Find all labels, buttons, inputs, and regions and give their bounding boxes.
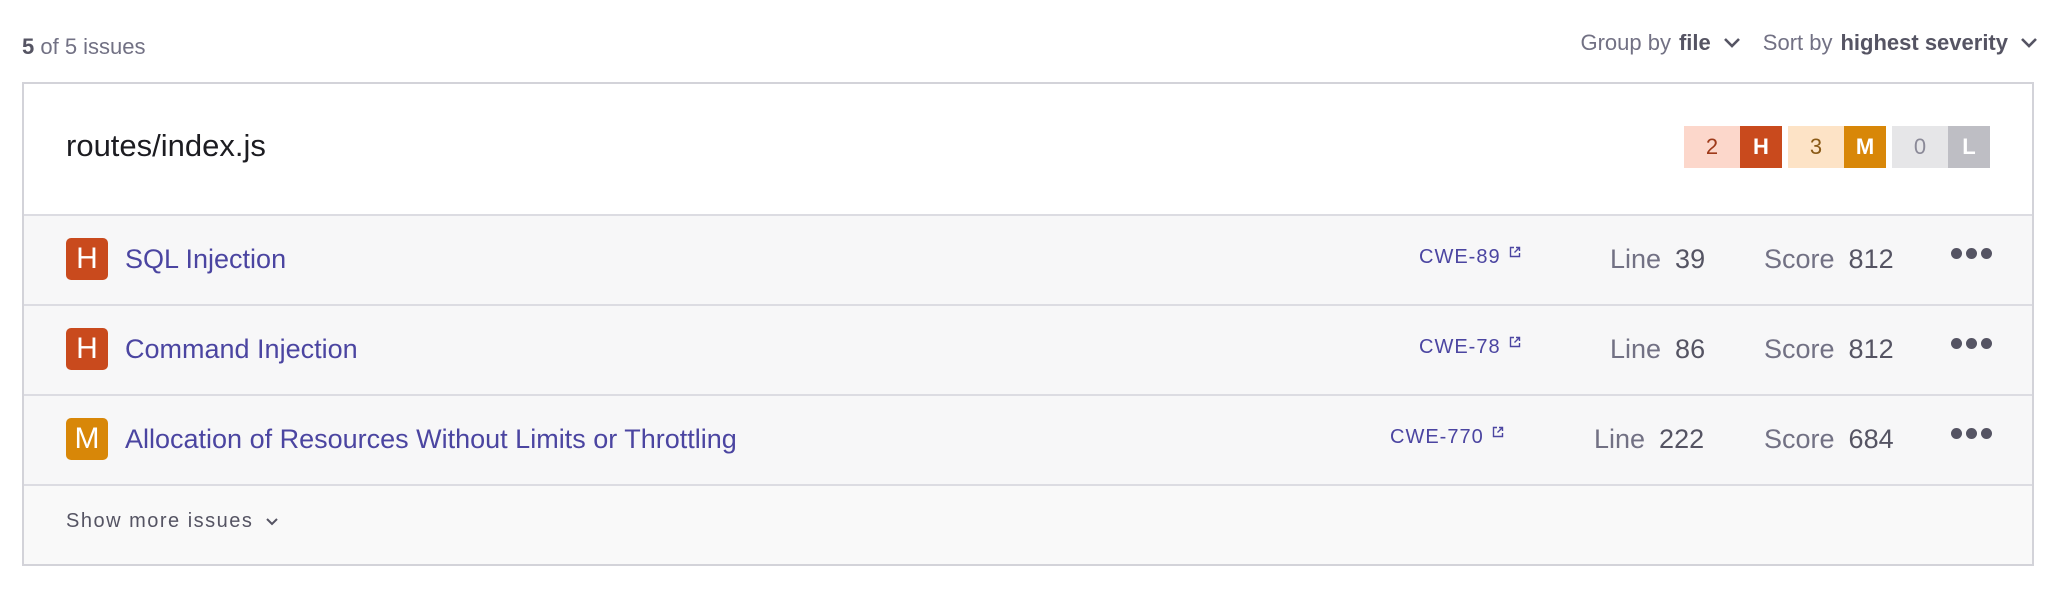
show-more-label: Show more issues [66, 510, 254, 532]
high-count: 2 [1684, 126, 1740, 168]
issue-count-total: of 5 issues [34, 34, 146, 59]
cwe-link[interactable]: CWE-770 [1390, 426, 1504, 449]
score-label: Score [1764, 244, 1835, 274]
score-label: Score [1764, 334, 1835, 364]
medium-count: 3 [1788, 126, 1844, 168]
sort-by-label: Sort by [1762, 30, 1833, 55]
cwe-id: CWE-770 [1390, 426, 1484, 448]
issue-row: H Command Injection CWE-78 Line 86 Score 8… [24, 306, 2032, 396]
issue-line: Line 86 [1610, 334, 1705, 365]
high-severity-icon: H [66, 328, 108, 370]
line-label: Line [1594, 424, 1646, 454]
issue-title-link[interactable]: Command Injection [125, 334, 358, 365]
line-number: 86 [1675, 334, 1706, 364]
issue-score: Score 812 [1764, 334, 1894, 365]
group-by-label: Group by [1580, 30, 1671, 55]
issue-title-link[interactable]: Allocation of Resources Without Limits o… [125, 424, 737, 455]
sort-by-value: highest severity [1840, 30, 2008, 55]
low-severity-label: L [1948, 126, 1990, 168]
issue-row: H SQL Injection CWE-89 Line 39 Score 812 [24, 216, 2032, 306]
external-link-icon [1509, 336, 1520, 348]
chevron-down-icon [1723, 38, 1740, 48]
line-label: Line [1610, 334, 1662, 364]
cwe-link[interactable]: CWE-89 [1419, 246, 1521, 269]
score-label: Score [1764, 424, 1835, 454]
cwe-id: CWE-78 [1419, 336, 1501, 358]
issue-title-link[interactable]: SQL Injection [125, 244, 286, 275]
cwe-link[interactable]: CWE-78 [1419, 336, 1521, 359]
issues-toolbar: 5 of 5 issues Group by file Sort by high… [22, 30, 2038, 64]
issue-score: Score 684 [1764, 424, 1894, 455]
issue-count-shown: 5 [22, 34, 35, 59]
issue-row: M Allocation of Resources Without Limits… [24, 396, 2032, 486]
group-by-dropdown[interactable]: Group by file [1580, 30, 1740, 56]
more-actions-icon[interactable] [1951, 248, 1992, 259]
list-controls: Group by file Sort by highest severity [1580, 30, 2038, 56]
file-issues-card: routes/index.js 2 H 3 M 0 L H SQL Inject… [22, 82, 2034, 566]
sort-by-dropdown[interactable]: Sort by highest severity [1763, 30, 2038, 56]
score-value: 812 [1848, 244, 1894, 274]
score-value: 684 [1848, 424, 1894, 454]
external-link-icon [1492, 426, 1503, 438]
cwe-id: CWE-89 [1419, 246, 1501, 268]
medium-severity-label: M [1844, 126, 1886, 168]
high-count-badge: 2 H [1684, 126, 1782, 168]
line-number: 222 [1659, 424, 1705, 454]
chevron-down-icon [2021, 38, 2037, 48]
medium-severity-icon: M [66, 418, 108, 460]
high-severity-icon: H [66, 238, 108, 280]
more-actions-icon[interactable] [1951, 338, 1992, 349]
show-more-issues-button[interactable]: Show more issues [66, 510, 279, 533]
score-value: 812 [1848, 334, 1894, 364]
low-count: 0 [1892, 126, 1948, 168]
issue-count: 5 of 5 issues [22, 34, 146, 60]
line-label: Line [1610, 244, 1662, 274]
more-actions-icon[interactable] [1951, 428, 1992, 439]
issue-score: Score 812 [1764, 244, 1894, 275]
low-count-badge: 0 L [1892, 126, 1990, 168]
issue-line: Line 39 [1610, 244, 1705, 275]
severity-counts: 2 H 3 M 0 L [1684, 126, 1990, 168]
issue-line: Line 222 [1594, 424, 1704, 455]
chevron-down-icon [266, 517, 279, 525]
medium-count-badge: 3 M [1788, 126, 1886, 168]
file-header: routes/index.js 2 H 3 M 0 L [24, 84, 2032, 216]
file-name: routes/index.js [66, 128, 266, 163]
external-link-icon [1509, 246, 1520, 258]
line-number: 39 [1675, 244, 1706, 274]
high-severity-label: H [1740, 126, 1782, 168]
group-by-value: file [1678, 30, 1711, 55]
